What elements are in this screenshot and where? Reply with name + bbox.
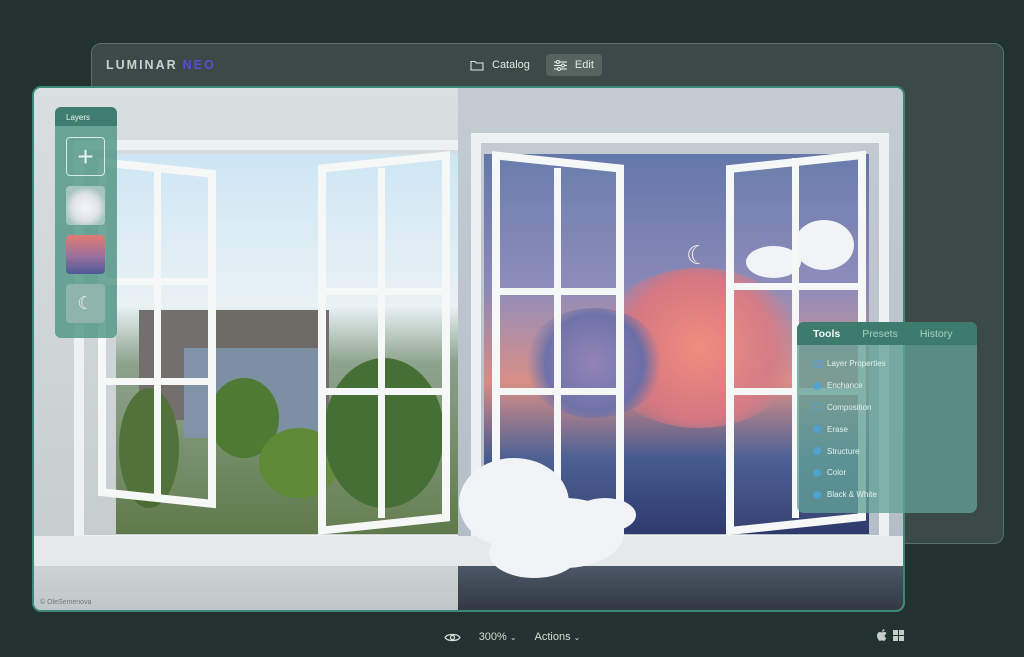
tab-history[interactable]: History xyxy=(920,328,953,340)
platform-icons xyxy=(877,629,904,641)
catalog-label: Catalog xyxy=(492,59,530,71)
apple-icon xyxy=(877,629,887,641)
tool-structure[interactable]: Structure xyxy=(813,440,977,462)
mullion xyxy=(98,378,216,385)
view-toggle-button[interactable] xyxy=(443,632,461,643)
edit-button[interactable]: Edit xyxy=(545,54,602,76)
tool-color[interactable]: Color xyxy=(813,462,977,484)
structure-icon xyxy=(813,447,821,456)
folder-icon xyxy=(470,60,484,71)
photo-canvas[interactable]: ☾ © OleSemenova xyxy=(32,86,905,612)
actions-label: Actions xyxy=(534,631,571,643)
tool-label: Layer Properties xyxy=(827,359,886,369)
tab-tools[interactable]: Tools xyxy=(813,328,840,340)
layer-thumbnail-sky[interactable] xyxy=(66,235,105,274)
layer-thumbnail-cloud[interactable] xyxy=(66,186,105,225)
windows-icon xyxy=(893,629,904,641)
actions-dropdown[interactable]: Actions ⌄ xyxy=(535,631,581,643)
tool-label: Black & White xyxy=(827,490,877,500)
tool-black-white[interactable]: Black & White xyxy=(813,484,977,506)
mullion xyxy=(726,283,866,290)
window-sill xyxy=(34,536,903,566)
tool-label: Structure xyxy=(827,446,860,456)
layer-thumbnail-moon[interactable]: ☾ xyxy=(66,284,105,323)
chevron-down-icon: ⌄ xyxy=(573,632,581,642)
tool-layer-properties[interactable]: Layer Properties xyxy=(813,353,977,375)
top-navigation: Catalog Edit xyxy=(462,54,602,76)
app-logo: LUMINAR NEO xyxy=(106,58,216,72)
tool-list: Layer Properties Enchance Composition Er… xyxy=(797,345,977,506)
eye-icon xyxy=(443,633,461,641)
cloud xyxy=(489,528,579,578)
mullion xyxy=(378,168,385,518)
layers-title: Layers xyxy=(55,107,117,126)
zoom-dropdown[interactable]: 300% ⌄ xyxy=(479,631,517,643)
layer-properties-icon xyxy=(813,359,821,368)
moon-icon: ☾ xyxy=(77,293,94,313)
edit-label: Edit xyxy=(574,59,594,71)
mullion xyxy=(318,388,450,395)
mullion xyxy=(492,388,624,395)
black-white-icon xyxy=(813,490,821,499)
tool-composition[interactable]: Composition xyxy=(813,397,977,419)
erase-icon xyxy=(813,425,821,434)
catalog-button[interactable]: Catalog xyxy=(462,54,538,76)
photo-credit: © OleSemenova xyxy=(40,599,92,606)
add-layer-button[interactable]: + xyxy=(66,137,105,176)
mullion xyxy=(318,288,450,295)
color-icon xyxy=(813,468,821,477)
cloud xyxy=(574,498,636,532)
tools-panel: Tools Presets History Layer Properties E… xyxy=(797,322,977,513)
sliders-icon xyxy=(553,59,567,71)
tool-erase[interactable]: Erase xyxy=(813,418,977,440)
mullion xyxy=(492,288,624,295)
composition-icon xyxy=(813,403,821,412)
tool-label: Color xyxy=(827,468,847,478)
logo-accent-text: NEO xyxy=(182,58,216,72)
layers-panel: Layers + ☾ xyxy=(55,107,117,338)
zoom-value: 300% xyxy=(478,631,507,643)
tab-presets[interactable]: Presets xyxy=(862,328,898,340)
enchance-icon xyxy=(813,381,821,390)
bottom-bar: 300% ⌄ Actions ⌄ xyxy=(0,626,1024,648)
tool-label: Enchance xyxy=(827,381,863,391)
tool-enchance[interactable]: Enchance xyxy=(813,375,977,397)
mullion xyxy=(554,168,561,518)
chevron-down-icon: ⌄ xyxy=(509,632,517,642)
logo-main-text: LUMINAR xyxy=(106,58,178,72)
tool-label: Composition xyxy=(827,402,872,412)
tool-label: Erase xyxy=(827,424,848,434)
mullion xyxy=(154,168,161,498)
tools-tabs: Tools Presets History xyxy=(797,322,977,345)
